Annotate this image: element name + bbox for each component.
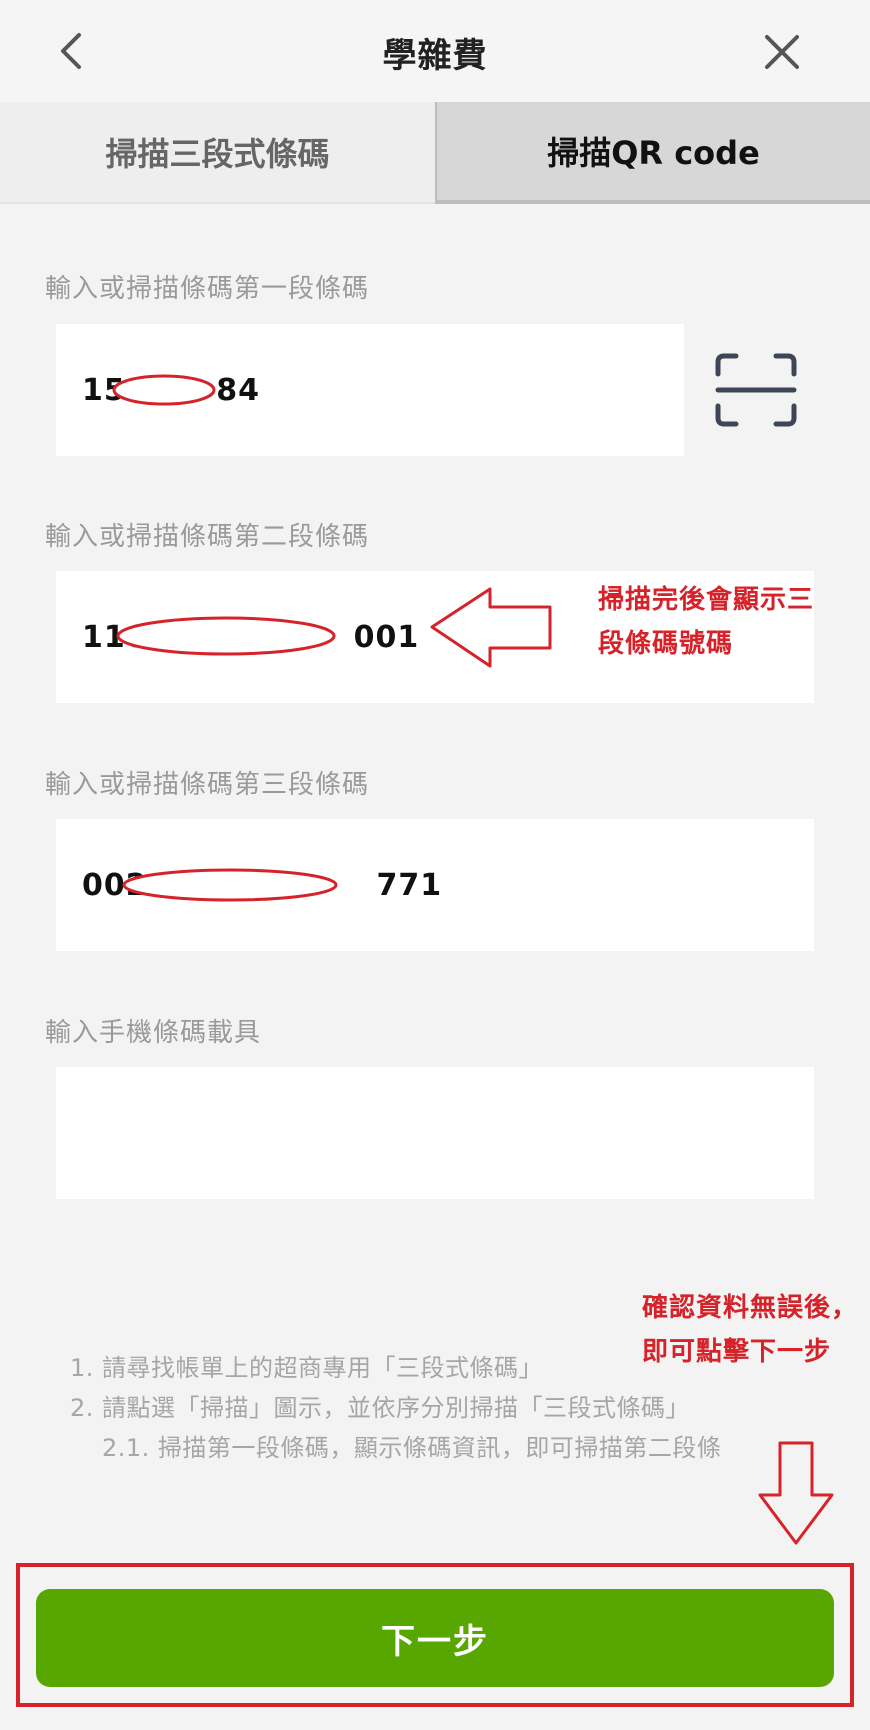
arrow-annotation-line-2: 段條碼號碼 <box>598 629 734 659</box>
close-icon <box>765 35 799 69</box>
barcode-1-input[interactable] <box>56 323 684 457</box>
mobile-carrier-label: 輸入手機條碼載具 <box>45 1018 262 1048</box>
mobile-carrier-input[interactable] <box>56 1066 814 1200</box>
next-annotation-line-1: 確認資料無誤後， <box>642 1293 859 1323</box>
page-title: 學雜費 <box>382 36 488 76</box>
barcode-3-input[interactable] <box>56 818 814 952</box>
barcode-3-field[interactable] <box>80 818 814 952</box>
barcode-1-field[interactable] <box>80 323 684 457</box>
mobile-carrier-field[interactable] <box>80 1066 814 1200</box>
arrow-annotation-line-1: 掃描完後會顯示三 <box>598 585 815 615</box>
arrow-annotation-note: 掃描完後會顯示三 段條碼號碼 <box>598 578 814 666</box>
instructions-list: 1. 請尋找帳單上的超商專用「三段式條碼」 2. 請點選「掃描」圖示，並依序分別… <box>70 1348 790 1468</box>
scan-mode-tabs: 掃描三段式條碼 掃描QR code <box>0 102 870 204</box>
scan-button[interactable] <box>714 352 798 428</box>
header-bar: 學雜費 <box>0 0 870 102</box>
instruction-item: 1. 請尋找帳單上的超商專用「三段式條碼」 <box>70 1354 544 1382</box>
barcode-1-label: 輸入或掃描條碼第一段條碼 <box>45 274 370 304</box>
tab-three-segment-barcode[interactable]: 掃描三段式條碼 <box>0 102 435 204</box>
instruction-subitem: 2.1. 掃描第一段條碼，顯示條碼資訊，即可掃描第二段條 <box>102 1434 722 1462</box>
barcode-2-label: 輸入或掃描條碼第二段條碼 <box>45 522 370 552</box>
tab-qr-code[interactable]: 掃描QR code <box>435 102 870 204</box>
instruction-item: 2. 請點選「掃描」圖示，並依序分別掃描「三段式條碼」 <box>70 1394 691 1422</box>
barcode-3-label: 輸入或掃描條碼第三段條碼 <box>45 770 370 800</box>
close-button[interactable] <box>760 30 804 74</box>
scan-frame-icon <box>715 353 797 427</box>
next-step-button[interactable]: 下一步 <box>36 1589 834 1687</box>
